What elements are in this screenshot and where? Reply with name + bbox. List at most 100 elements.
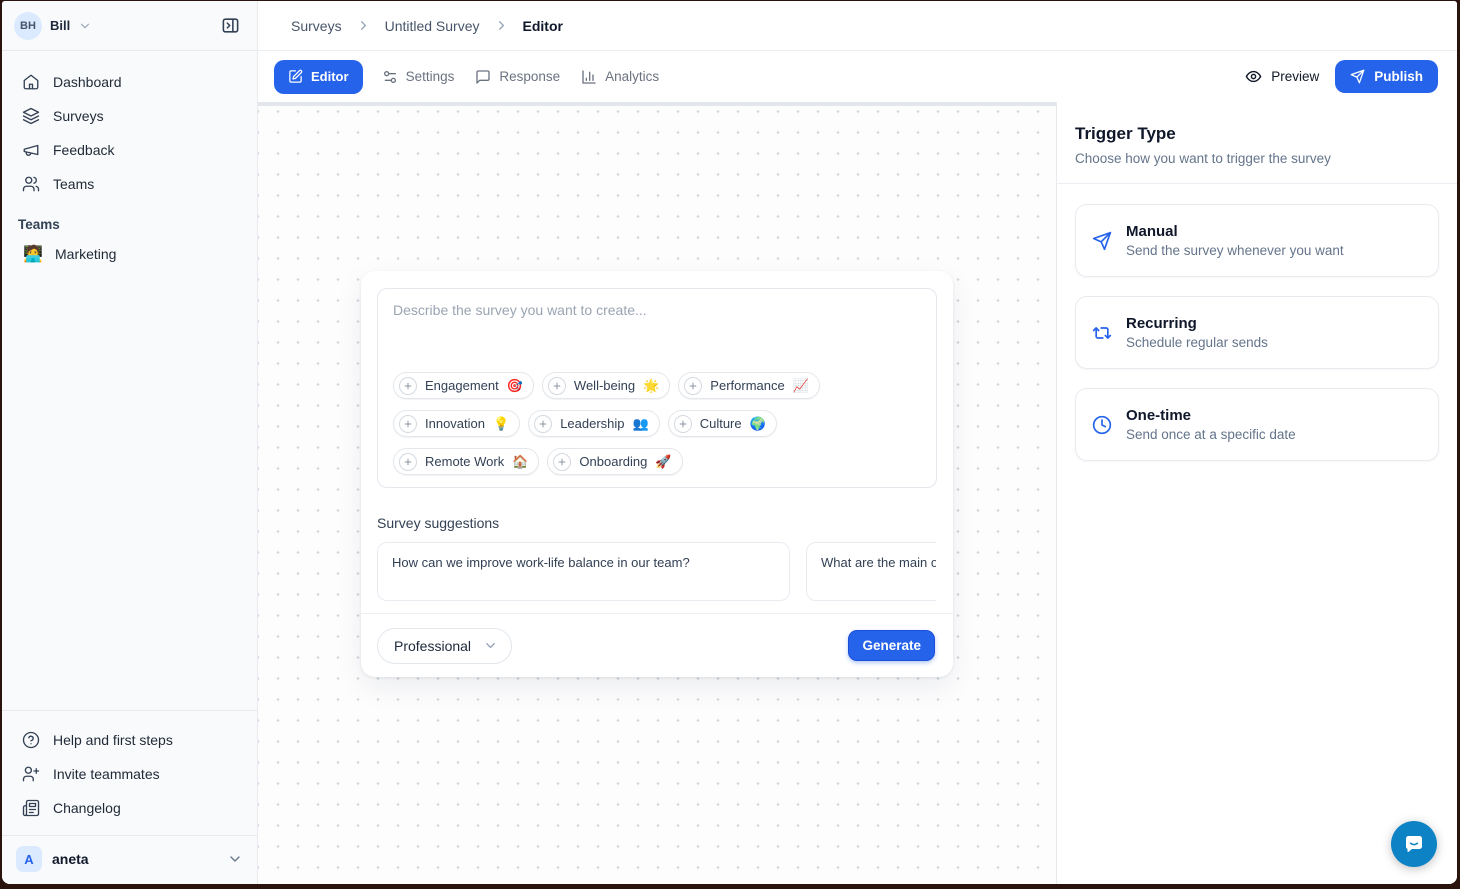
sidebar-item-label: Feedback (53, 142, 114, 158)
panel-right-icon (221, 16, 240, 35)
chip-label: Leadership (560, 416, 624, 431)
home-icon (22, 73, 40, 91)
sidebar-item-label: Help and first steps (53, 732, 173, 748)
sidebar-item-invite[interactable]: Invite teammates (10, 757, 249, 791)
plus-icon (399, 377, 417, 395)
trigger-option-recurring[interactable]: Recurring Schedule regular sends (1075, 296, 1439, 369)
main-area: Surveys Untitled Survey Editor Editor (258, 1, 1457, 884)
chip-engagement[interactable]: Engagement 🎯 (393, 372, 534, 399)
chevron-down-icon (78, 19, 92, 33)
chip-culture[interactable]: Culture 🌍 (668, 410, 777, 437)
chat-bubble-icon (1402, 832, 1426, 856)
collapse-sidebar-button[interactable] (215, 11, 245, 41)
sidebar-item-changelog[interactable]: Changelog (10, 791, 249, 825)
tab-label: Analytics (605, 69, 659, 84)
workspace-name: Bill (50, 18, 70, 33)
globe-emoji-icon: 🌍 (750, 417, 766, 430)
workspace-switcher[interactable]: BH Bill (14, 12, 92, 40)
option-description: Schedule regular sends (1126, 335, 1268, 350)
sidebar-nav: Dashboard Surveys Feedback Teams (2, 51, 257, 205)
trigger-type-panel: Trigger Type Choose how you want to trig… (1056, 102, 1457, 884)
account-name: aneta (52, 851, 89, 867)
tab-response[interactable]: Response (473, 60, 562, 94)
settings-icon (382, 69, 398, 85)
chip-label: Performance (710, 378, 784, 393)
option-title: Manual (1126, 223, 1344, 240)
sidebar-item-label: Dashboard (53, 74, 122, 90)
trigger-option-manual[interactable]: Manual Send the survey whenever you want (1075, 204, 1439, 277)
message-icon (475, 69, 491, 85)
account-menu[interactable]: A aneta (2, 835, 257, 884)
user-plus-icon (22, 765, 40, 783)
chip-performance[interactable]: Performance 📈 (678, 372, 820, 399)
repeat-icon (1092, 323, 1112, 343)
tab-settings[interactable]: Settings (380, 60, 457, 94)
chip-label: Well-being (574, 378, 635, 393)
generate-label: Generate (862, 638, 921, 653)
suggestions-row: How can we improve work-life balance in … (377, 542, 936, 601)
chip-innovation[interactable]: Innovation 💡 (393, 410, 520, 437)
preview-button[interactable]: Preview (1245, 68, 1319, 85)
technologist-emoji-icon: 🧑‍💻 (23, 244, 42, 264)
sidebar-item-label: Invite teammates (53, 766, 160, 782)
layers-icon (22, 107, 40, 125)
tone-selected-value: Professional (394, 638, 471, 654)
tone-select[interactable]: Professional (377, 628, 512, 664)
publish-label: Publish (1374, 69, 1423, 84)
generate-button[interactable]: Generate (848, 630, 935, 661)
newspaper-icon (22, 799, 40, 817)
chevron-right-icon (494, 18, 509, 33)
editor-toolbar: Editor Settings Response Analytics (258, 51, 1457, 102)
prompt-box: Engagement 🎯 Well-being 🌟 Performance (377, 288, 937, 488)
tab-analytics[interactable]: Analytics (579, 60, 661, 94)
house-emoji-icon: 🏠 (512, 455, 528, 468)
sidebar-item-dashboard[interactable]: Dashboard (10, 65, 249, 99)
trigger-option-one-time[interactable]: One-time Send once at a specific date (1075, 388, 1439, 461)
editor-canvas[interactable]: Engagement 🎯 Well-being 🌟 Performance (258, 102, 1056, 884)
chip-well-being[interactable]: Well-being 🌟 (542, 372, 670, 399)
topic-chips: Engagement 🎯 Well-being 🌟 Performance (393, 372, 921, 475)
sidebar-footer: Help and first steps Invite teammates Ch… (2, 710, 257, 884)
users-icon (22, 175, 40, 193)
chart-emoji-icon: 📈 (793, 379, 809, 392)
sidebar-item-feedback[interactable]: Feedback (10, 133, 249, 167)
plus-icon (548, 377, 566, 395)
sidebar-item-surveys[interactable]: Surveys (10, 99, 249, 133)
edit-icon (288, 69, 303, 84)
target-emoji-icon: 🎯 (507, 379, 523, 392)
plus-icon (399, 415, 417, 433)
survey-description-input[interactable] (393, 302, 921, 346)
tab-label: Settings (406, 69, 455, 84)
team-name-label: Marketing (55, 246, 116, 262)
sidebar-item-help[interactable]: Help and first steps (10, 723, 249, 757)
chip-remote-work[interactable]: Remote Work 🏠 (393, 448, 539, 475)
send-icon (1350, 69, 1365, 84)
send-icon (1092, 231, 1112, 251)
clock-icon (1092, 415, 1112, 435)
sidebar-item-teams[interactable]: Teams (10, 167, 249, 201)
bulb-emoji-icon: 💡 (493, 417, 509, 430)
sidebar-item-team-marketing[interactable]: 🧑‍💻 Marketing (2, 236, 257, 272)
breadcrumb-item-untitled-survey[interactable]: Untitled Survey (385, 18, 480, 34)
app-window: BH Bill Dashboard (2, 1, 1457, 884)
chat-launcher-button[interactable] (1391, 821, 1437, 867)
chip-onboarding[interactable]: Onboarding 🚀 (547, 448, 682, 475)
help-circle-icon (22, 731, 40, 749)
plus-icon (553, 453, 571, 471)
chip-label: Engagement (425, 378, 499, 393)
tab-editor[interactable]: Editor (274, 60, 363, 94)
plus-icon (674, 415, 692, 433)
chip-leadership[interactable]: Leadership 👥 (528, 410, 660, 437)
chip-label: Onboarding (579, 454, 647, 469)
chevron-down-icon (227, 851, 243, 867)
people-emoji-icon: 👥 (633, 417, 649, 430)
suggestion-card[interactable]: How can we improve work-life balance in … (377, 542, 790, 601)
chip-label: Remote Work (425, 454, 504, 469)
tab-label: Response (499, 69, 560, 84)
sidebar: BH Bill Dashboard (2, 1, 258, 884)
breadcrumb-item-surveys[interactable]: Surveys (291, 18, 342, 34)
eye-icon (1245, 68, 1262, 85)
publish-button[interactable]: Publish (1335, 60, 1438, 93)
plus-icon (534, 415, 552, 433)
suggestion-card[interactable]: What are the main ob (806, 542, 936, 601)
